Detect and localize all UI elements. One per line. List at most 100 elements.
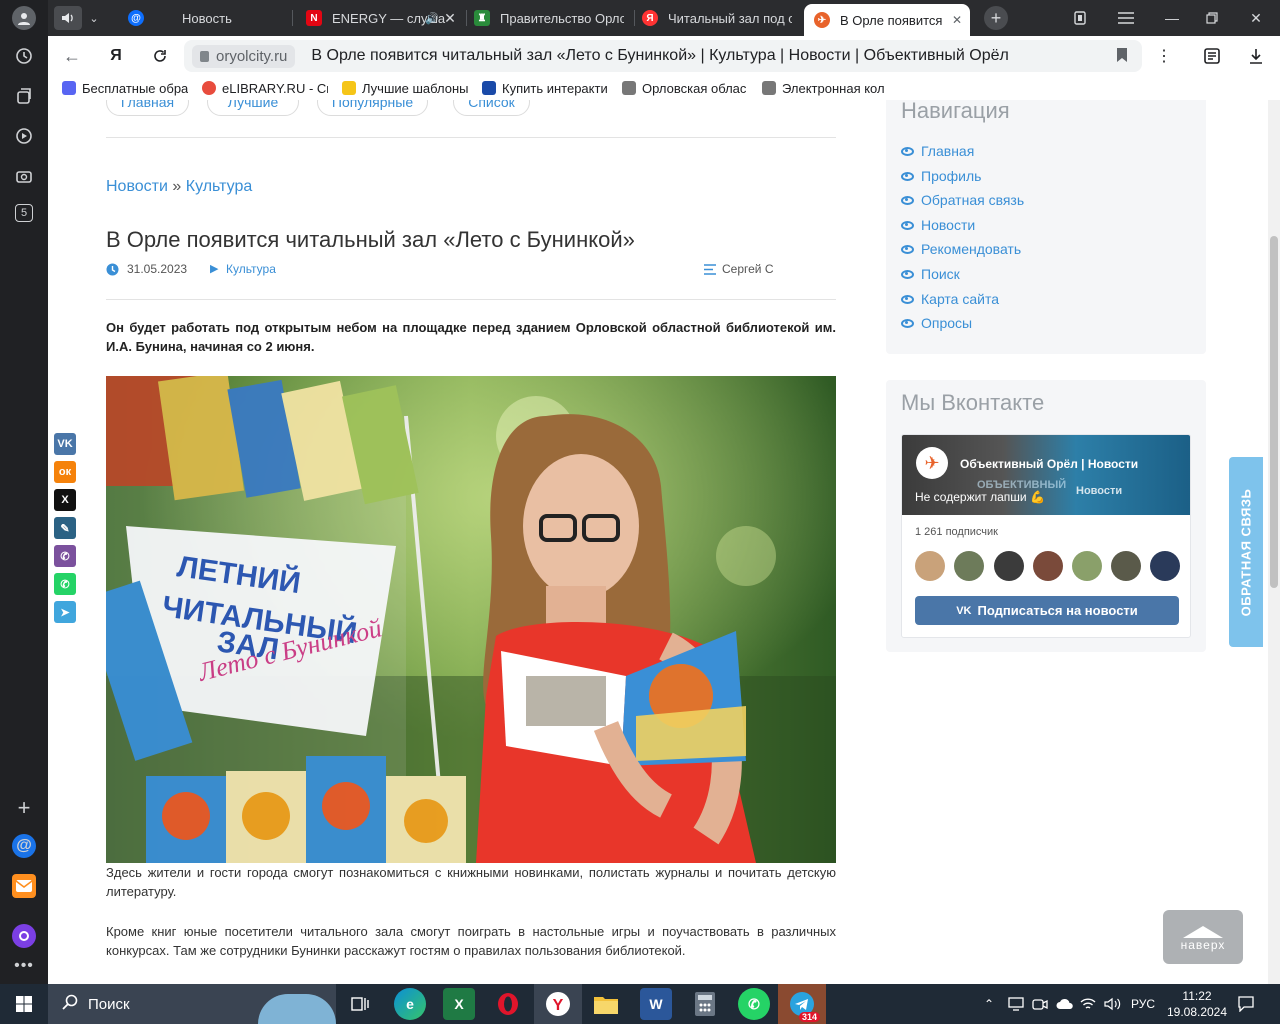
word-icon[interactable]: W (640, 988, 672, 1020)
tab-separator (634, 10, 635, 26)
edge-icon[interactable]: e (394, 988, 426, 1020)
profile-icon[interactable] (12, 6, 36, 30)
bookmark-item[interactable]: eLIBRARY.RU - Св (202, 81, 328, 96)
share-telegram-icon[interactable]: ➤ (54, 601, 76, 623)
task-view-icon[interactable] (344, 988, 376, 1020)
share-lj-icon[interactable]: ✎ (54, 517, 76, 539)
bookmark-item[interactable]: Купить интеракти (482, 81, 608, 96)
alice-assistant-icon[interactable] (12, 924, 36, 948)
calculator-icon[interactable] (689, 988, 721, 1020)
tab-news[interactable]: @ Новость (128, 4, 288, 32)
tab-active-article[interactable]: ✈ В Орле появится ч ✕ (804, 4, 970, 36)
add-panel-icon[interactable]: + (12, 795, 36, 820)
vk-group-name[interactable]: Объективный Орёл | Новости (960, 457, 1138, 471)
vk-subscribe-button[interactable]: VK Подписаться на новости (915, 596, 1179, 625)
omnibox[interactable]: oryolcity.ru В Орле появится читальный з… (184, 40, 1142, 72)
scrollbar-thumb[interactable] (1270, 236, 1278, 588)
opera-icon[interactable] (492, 988, 524, 1020)
bookmark-item[interactable]: Бесплатные обра (62, 81, 188, 96)
tab-close-icon[interactable]: ✕ (952, 13, 962, 27)
bookmarks-bar: Бесплатные обра eLIBRARY.RU - Св Лучшие … (48, 76, 1280, 100)
menu-pill-best[interactable]: Лучшие (207, 100, 299, 116)
yandex-browser-icon[interactable]: Y (534, 984, 582, 1024)
bookmark-icon[interactable] (1116, 47, 1128, 68)
cloud-icon[interactable] (1056, 984, 1074, 1024)
mute-audio-icon[interactable] (54, 6, 82, 30)
nav-link-recommend[interactable]: Рекомендовать (901, 241, 1021, 257)
menu-pill-popular[interactable]: Популярные (317, 100, 428, 116)
article-category-link[interactable]: Культура (226, 262, 276, 276)
wifi-icon[interactable] (1080, 984, 1096, 1024)
bookmark-item[interactable]: Электронная кол (762, 81, 888, 96)
tab-government[interactable]: ♜ Правительство Орло (474, 4, 624, 32)
nav-link-sitemap[interactable]: Карта сайта (901, 291, 999, 307)
whatsapp-icon[interactable]: ✆ (738, 988, 770, 1020)
share-ok-icon[interactable]: ок (54, 461, 76, 483)
tab-close-icon[interactable]: ✕ (438, 6, 462, 30)
download-icon[interactable] (1244, 44, 1268, 68)
bookmark-list-icon[interactable] (1068, 6, 1092, 30)
minimize-icon[interactable]: — (1160, 6, 1184, 30)
subscriber-avatar[interactable] (1072, 551, 1102, 581)
subscriber-avatar[interactable] (1111, 551, 1141, 581)
media-player-icon[interactable] (12, 124, 36, 148)
address-domain[interactable]: oryolcity.ru (192, 44, 296, 68)
share-vk-icon[interactable]: VK (54, 433, 76, 455)
yandex-logo-icon[interactable]: Я (104, 44, 128, 68)
nav-link-home[interactable]: Главная (901, 143, 974, 159)
breadcrumb-culture-link[interactable]: Культура (186, 178, 253, 195)
bookmark-item[interactable]: Лучшие шаблоны (342, 81, 468, 96)
more-icon[interactable]: ••• (12, 954, 36, 978)
vk-cover[interactable]: ✈ Объективный Орёл | Новости Не содержит… (902, 435, 1190, 515)
collections-icon[interactable] (12, 84, 36, 108)
reader-icon[interactable] (1200, 44, 1224, 68)
nav-link-profile[interactable]: Профиль (901, 168, 981, 184)
nav-link-polls[interactable]: Опросы (901, 315, 972, 331)
bookmark-favicon-icon (482, 81, 496, 95)
clock[interactable]: 11:22 19.08.2024 (1167, 984, 1227, 1024)
tab-reading-hall[interactable]: Я Читальный зал под от (642, 4, 792, 32)
file-explorer-icon[interactable] (590, 988, 622, 1020)
envelope-icon[interactable] (12, 874, 36, 898)
subscriber-avatar[interactable] (994, 551, 1024, 581)
menu-pill-home[interactable]: Главная (106, 100, 189, 116)
more-menu-icon[interactable]: ⋮ (1152, 44, 1176, 68)
share-viber-icon[interactable]: ✆ (54, 545, 76, 567)
history-icon[interactable] (12, 44, 36, 68)
subscriber-avatar[interactable] (1150, 551, 1180, 581)
subscriber-avatar[interactable] (915, 551, 945, 581)
telegram-app-icon[interactable]: 314 (778, 984, 826, 1024)
back-icon[interactable]: ← (60, 44, 84, 68)
menu-icon[interactable] (1114, 6, 1138, 30)
windows-start-icon[interactable] (8, 988, 40, 1020)
back-to-top-button[interactable]: наверх (1163, 910, 1243, 964)
restore-icon[interactable] (1200, 6, 1224, 30)
feedback-tab[interactable]: ОБРАТНАЯ СВЯЗЬ (1229, 457, 1263, 647)
tabs-count-icon[interactable]: 5 (15, 204, 33, 222)
mail-icon[interactable]: @ (12, 834, 36, 858)
menu-pill-list[interactable]: Список (453, 100, 530, 116)
share-whatsapp-icon[interactable]: ✆ (54, 573, 76, 595)
share-x-icon[interactable]: X (54, 489, 76, 511)
new-tab-icon[interactable]: + (984, 6, 1008, 30)
volume-icon[interactable] (1104, 984, 1122, 1024)
meet-icon[interactable] (1032, 984, 1048, 1024)
tabs-dropdown-icon[interactable]: ⌄ (82, 6, 106, 30)
taskbar-search[interactable]: Поиск (48, 984, 336, 1024)
reload-icon[interactable] (148, 44, 172, 68)
close-window-icon[interactable]: ✕ (1244, 6, 1268, 30)
bookmark-item[interactable]: Орловская облас (622, 81, 748, 96)
network-monitor-icon[interactable] (1008, 984, 1024, 1024)
subscriber-avatar[interactable] (954, 551, 984, 581)
breadcrumb-news-link[interactable]: Новости (106, 178, 168, 195)
excel-icon[interactable]: X (443, 988, 475, 1020)
nav-link-feedback[interactable]: Обратная связь (901, 192, 1024, 208)
screenshot-icon[interactable] (12, 164, 36, 188)
keyboard-language[interactable]: РУС (1131, 984, 1155, 1024)
notifications-icon[interactable] (1238, 984, 1254, 1024)
subscriber-avatar[interactable] (1033, 551, 1063, 581)
page-scrollbar[interactable] (1268, 100, 1280, 984)
tray-chevron-icon[interactable]: ⌃ (984, 984, 994, 1024)
nav-link-search[interactable]: Поиск (901, 266, 960, 282)
nav-link-news[interactable]: Новости (901, 217, 975, 233)
